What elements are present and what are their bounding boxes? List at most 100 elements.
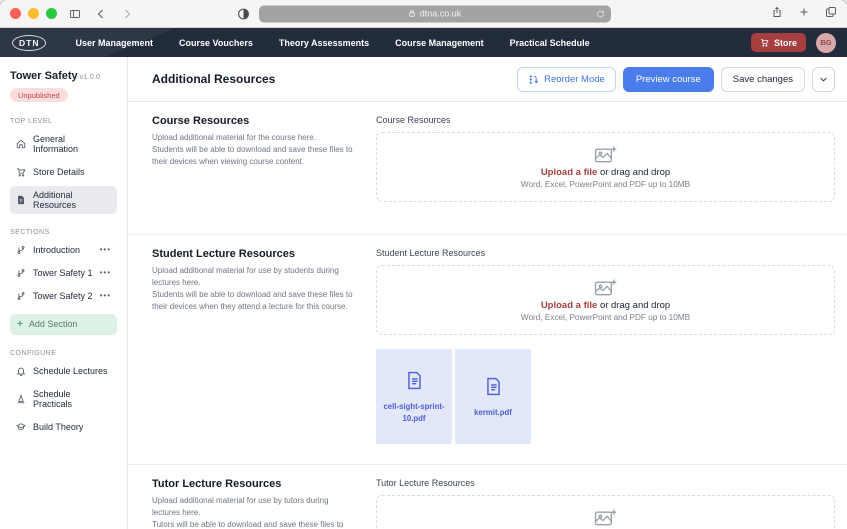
image-plus-icon	[593, 145, 618, 165]
sidebar-item-label: Store Details	[33, 166, 85, 177]
section-description: Upload additional material for the cours…	[152, 133, 353, 166]
field-label: Course Resources	[376, 115, 451, 125]
tab-overview-icon[interactable]	[825, 5, 837, 23]
sidebar-section-tower-safety-1[interactable]: Tower Safety 1 •••	[10, 264, 117, 282]
sidebar-item-build-theory[interactable]: Build Theory	[10, 418, 117, 436]
course-resources-dropzone[interactable]: Upload a file or drag and drop Word, Exc…	[376, 132, 835, 202]
upload-hint: Word, Excel, PowerPoint and PDF up to 10…	[520, 180, 691, 189]
drag-drop-label: or drag and drop	[599, 167, 671, 178]
cart-icon	[17, 167, 26, 176]
file-card-kermit[interactable]: kermit.pdf	[455, 349, 531, 444]
field-label: Student Lecture Resources	[376, 248, 486, 258]
zoom-window-button[interactable]	[46, 8, 57, 19]
status-badge: Unpublished	[10, 88, 68, 102]
course-sidebar: Tower Safety v1.0.0 Unpublished TOP LEVEL…	[0, 57, 128, 529]
section-heading: Student Lecture Resources	[152, 248, 296, 260]
sidebar-section-introduction[interactable]: Introduction •••	[10, 241, 117, 259]
sidebar-item-additional-resources[interactable]: Additional Resources	[10, 185, 117, 214]
new-tab-icon[interactable]	[798, 5, 810, 23]
home-icon	[16, 139, 26, 148]
dtn-logo[interactable]: DTN	[12, 34, 47, 51]
course-version: v1.0.0	[79, 72, 101, 81]
browser-window: dtna.co.uk DTN User Management Course Vo…	[0, 0, 847, 529]
reorder-mode-button[interactable]: Reorder Mode	[517, 66, 616, 92]
nav-item-course-vouchers[interactable]: Course Vouchers	[166, 38, 266, 48]
section-options-icon[interactable]: •••	[100, 291, 111, 300]
minimize-window-button[interactable]	[28, 8, 39, 19]
student-lecture-resources-dropzone[interactable]: Upload a file or drag and drop Word, Exc…	[376, 265, 835, 335]
add-section-label: Add Section	[28, 319, 78, 329]
tutor-lecture-resources-dropzone[interactable]: Upload a file or drag and drop Word, Exc…	[376, 495, 835, 529]
upload-hint: Word, Excel, PowerPoint and PDF up to 10…	[520, 313, 691, 322]
nav-item-practical-schedule[interactable]: Practical Schedule	[497, 38, 603, 48]
add-section-button[interactable]: + Add Section	[10, 313, 117, 335]
sidebar-toggle-icon[interactable]	[69, 8, 81, 20]
sidebar-item-store-details[interactable]: Store Details	[10, 163, 117, 181]
branch-icon	[17, 268, 25, 277]
tower-icon	[17, 393, 25, 403]
group-label-sections: SECTIONS	[10, 228, 50, 236]
group-label-configure: CONFIGURE	[10, 349, 57, 357]
file-icon	[407, 371, 421, 389]
sidebar-item-label: Schedule Practicals	[33, 388, 73, 409]
sidebar-item-label: Tower Safety 2	[33, 290, 93, 301]
sidebar-item-schedule-lectures[interactable]: Schedule Lectures	[10, 362, 117, 380]
section-course-resources: Course Resources Upload additional mater…	[128, 102, 847, 235]
address-bar[interactable]: dtna.co.uk	[258, 5, 611, 22]
back-icon[interactable]	[95, 8, 107, 20]
sidebar-item-schedule-practicals[interactable]: Schedule Practicals	[10, 385, 117, 413]
graduation-cap-icon	[16, 422, 26, 430]
address-url: dtna.co.uk	[419, 8, 462, 19]
sidebar-item-label: Introduction	[33, 244, 81, 255]
page-title: Additional Resources	[152, 72, 276, 86]
toolbar: Reorder Mode Preview course Save changes	[517, 66, 835, 92]
privacy-shield-icon[interactable]	[237, 7, 250, 20]
close-window-button[interactable]	[10, 8, 21, 19]
upload-instruction: Upload a file or drag and drop	[541, 300, 670, 311]
course-title: Tower Safety v1.0.0	[10, 70, 101, 82]
upload-file-link[interactable]: Upload a file	[541, 300, 597, 311]
main-header: Additional Resources Reorder Mode Previe…	[128, 57, 847, 102]
sidebar-item-label: Build Theory	[33, 421, 84, 432]
upload-instruction: Upload a file or drag and drop	[541, 167, 670, 178]
reorder-mode-label: Reorder Mode	[544, 73, 605, 85]
section-options-icon[interactable]: •••	[100, 268, 111, 277]
share-icon[interactable]	[771, 5, 783, 23]
store-button[interactable]: Store	[750, 33, 806, 52]
forward-icon[interactable]	[121, 8, 133, 20]
sidebar-item-general-information[interactable]: General Information	[10, 130, 117, 158]
section-options-icon[interactable]: •••	[100, 245, 111, 254]
bell-icon	[16, 367, 26, 376]
file-icon	[486, 377, 500, 395]
reorder-icon	[529, 74, 539, 84]
lock-icon	[408, 10, 415, 17]
sidebar-item-label: Schedule Lectures	[33, 365, 108, 376]
nav-item-course-management[interactable]: Course Management	[382, 38, 497, 48]
cart-icon	[761, 39, 769, 47]
preview-course-label: Preview course	[635, 73, 701, 85]
sidebar-section-tower-safety-2[interactable]: Tower Safety 2 •••	[10, 287, 117, 305]
main-panel: Additional Resources Reorder Mode Previe…	[128, 57, 847, 529]
plus-icon: +	[17, 318, 23, 330]
section-description: Upload additional material for use by tu…	[152, 496, 344, 529]
save-changes-button[interactable]: Save changes	[720, 66, 805, 92]
nav-item-theory-assessments[interactable]: Theory Assessments	[266, 38, 382, 48]
app-navbar: DTN User Management Course Vouchers Theo…	[0, 28, 847, 57]
nav-item-user-management[interactable]: User Management	[62, 38, 166, 48]
sidebar-item-label: General Information	[33, 133, 79, 154]
document-icon	[18, 195, 24, 204]
reload-icon[interactable]	[596, 9, 605, 18]
store-button-label: Store	[773, 37, 797, 48]
field-label: Tutor Lecture Resources	[376, 478, 475, 488]
file-card-cell-sight-sprint[interactable]: cell-sight-sprint-10.pdf	[376, 349, 452, 444]
sidebar-item-label: Tower Safety 1	[33, 267, 93, 278]
save-options-button[interactable]	[812, 66, 835, 92]
image-plus-icon	[593, 278, 618, 298]
section-heading: Tutor Lecture Resources	[152, 478, 282, 490]
avatar[interactable]: BG	[816, 32, 836, 53]
branch-icon	[17, 291, 25, 300]
sidebar-item-label: Additional Resources	[33, 189, 77, 210]
file-name: kermit.pdf	[474, 407, 512, 417]
upload-file-link[interactable]: Upload a file	[541, 167, 597, 178]
preview-course-button[interactable]: Preview course	[622, 66, 714, 92]
